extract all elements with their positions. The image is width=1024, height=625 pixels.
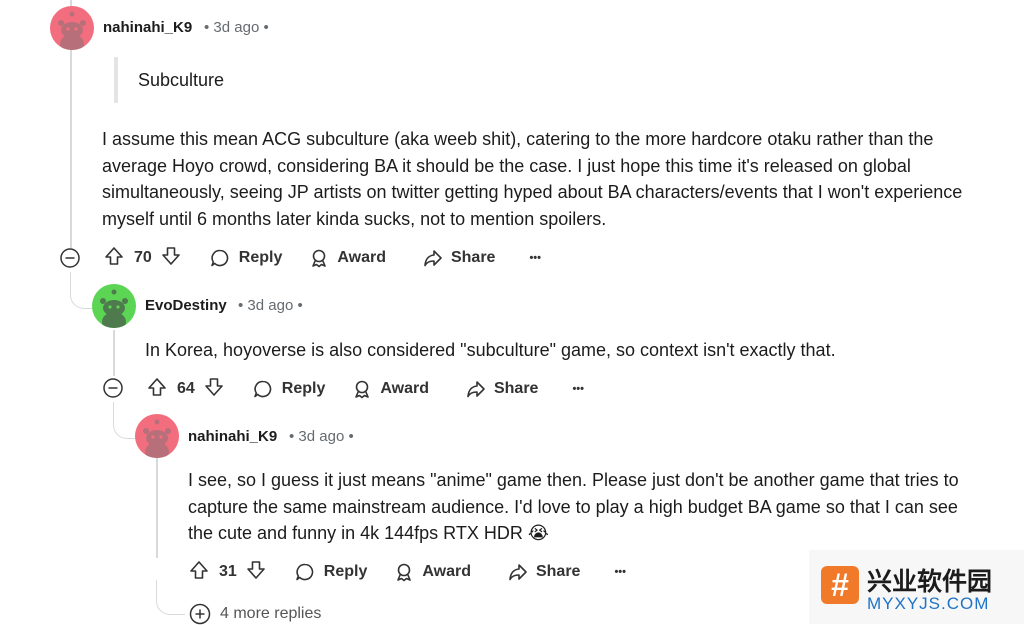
thread-connector [113,402,136,439]
watermark-domain: MYXYJS.COM [867,594,990,613]
thread-line [113,330,115,376]
collapse-icon [103,378,123,398]
award-icon [397,563,412,582]
avatar[interactable] [50,6,94,50]
reply-label: Reply [238,249,283,266]
award-label: Award [337,249,386,266]
body-line: myself until 6 months later kinda sucks,… [102,208,607,229]
upvote-button[interactable] [103,245,125,272]
more-replies-label: 4 more replies [220,605,322,622]
award-label: Award [422,563,471,580]
reply-button[interactable]: Reply [252,378,326,400]
expand-plus-icon [189,603,211,625]
share-label: Share [493,380,539,397]
downvote-button[interactable] [203,376,225,403]
thread-line [156,458,158,558]
share-button[interactable]: Share [465,378,538,400]
watermark: # 兴业软件园 MYXYJS.COM [809,550,1024,624]
downvote-icon [161,246,180,265]
upvote-icon [105,246,123,265]
watermark-title: 兴业软件园 [867,567,993,596]
upvote-button[interactable] [146,376,168,403]
more-options-button[interactable]: ••• [572,383,584,395]
share-label: Share [535,563,581,580]
share-button[interactable]: Share [507,561,580,583]
snoo-avatar-icon [50,6,94,50]
body-line: the cute and funny in 4k 144fps RTX HDR … [188,523,549,543]
author-name[interactable]: nahinahi_K9 [103,19,192,36]
award-button[interactable]: Award [308,247,386,269]
reply-label: Reply [323,563,368,580]
comment-meta: • 3d ago • [289,428,354,445]
vote-count: 64 [177,380,195,397]
body-line: I assume this mean ACG subculture (aka w… [102,129,934,149]
comment-bubble-icon [210,249,229,267]
body-line: In Korea, hoyoverse is also considered "… [145,340,836,360]
share-icon [467,381,485,398]
action-row: 31 Reply Award Share ••• [188,557,626,587]
quote-text: Subculture [138,70,225,90]
comment-bubble-icon [253,380,272,398]
comment-body: In Korea, hoyoverse is also considered "… [145,337,1005,364]
thread-connector [156,580,185,615]
share-label: Share [450,249,496,266]
body-line: average Hoyo crowd, considering BA it sh… [102,155,911,176]
more-options-button[interactable]: ••• [614,566,626,578]
comment-body: I see, so I guess it just means "anime" … [188,467,1008,547]
quote-block: Subculture [114,57,224,103]
downvote-icon [246,560,265,579]
author-name[interactable]: nahinahi_K9 [188,428,277,445]
vote-count: 70 [134,249,152,266]
action-row: 70 Reply Award Share ••• [103,243,541,273]
avatar[interactable] [92,284,136,328]
share-icon [509,564,527,581]
award-label: Award [380,380,429,397]
award-button[interactable]: Award [351,378,429,400]
more-options-button[interactable]: ••• [529,252,541,264]
reply-button[interactable]: Reply [294,561,368,583]
watermark-logo-char: # [831,567,849,603]
author-name[interactable]: EvoDestiny [145,297,227,314]
share-button[interactable]: Share [422,247,495,269]
thread-line [70,48,72,248]
upvote-icon [148,377,166,396]
reply-label: Reply [281,380,326,397]
collapse-icon [60,248,80,268]
award-button[interactable]: Award [393,561,471,583]
award-icon [312,249,327,268]
comment-body: I assume this mean ACG subculture (aka w… [102,126,1002,232]
snoo-avatar-icon [92,284,136,328]
collapse-button[interactable] [103,378,123,403]
upvote-icon [190,560,208,579]
downvote-button[interactable] [160,245,182,272]
downvote-icon [204,377,223,396]
snoo-avatar-icon [135,414,179,458]
vote-count: 31 [219,563,237,580]
action-row: 64 Reply Award Share ••• [146,374,584,404]
share-icon [424,250,442,267]
award-icon [355,380,370,399]
more-replies-link[interactable]: 4 more replies [189,603,321,625]
thread-connector [70,272,93,309]
body-line: simultaneously, seeing JP artists on twi… [102,182,963,202]
avatar[interactable] [135,414,179,458]
comment-meta: • 3d ago • [238,297,303,314]
comment-bubble-icon [295,563,314,581]
body-line: I see, so I guess it just means "anime" … [188,470,959,490]
body-line: capture the same mainstream audience. I'… [188,496,958,517]
downvote-button[interactable] [245,559,267,586]
watermark-logo: # [821,566,859,604]
collapse-button[interactable] [60,248,80,273]
comment-meta: • 3d ago • [204,19,269,36]
upvote-button[interactable] [188,559,210,586]
reply-button[interactable]: Reply [209,247,283,269]
